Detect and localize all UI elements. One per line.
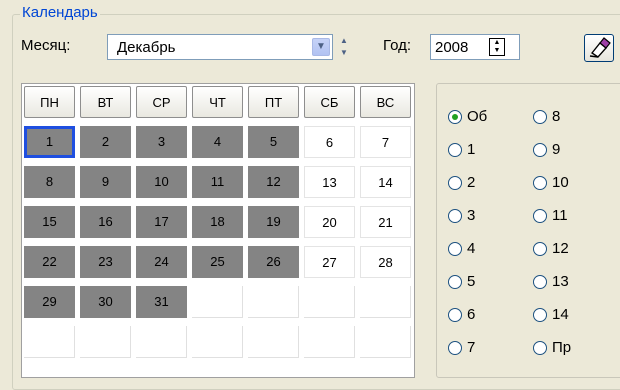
calendar-day[interactable]: 25 xyxy=(192,246,243,278)
calendar-day[interactable]: 29 xyxy=(24,286,75,318)
calendar-empty-cell xyxy=(136,326,187,358)
calendar-day[interactable]: 19 xyxy=(248,206,299,238)
radio-unchecked-icon[interactable] xyxy=(448,308,462,322)
radio-label: 14 xyxy=(552,306,569,323)
radio-label: 8 xyxy=(552,108,561,125)
radio-unchecked-icon[interactable] xyxy=(448,209,462,223)
radio-unchecked-icon[interactable] xyxy=(533,275,547,289)
radio-label: 13 xyxy=(552,273,569,290)
radio-unchecked-icon[interactable] xyxy=(533,176,547,190)
calendar-day[interactable]: 1 xyxy=(24,126,75,158)
groupbox-title: Календарь xyxy=(20,4,100,21)
spin-down-icon[interactable]: ▼ xyxy=(338,47,350,59)
calendar-day[interactable]: 18 xyxy=(192,206,243,238)
calendar-empty-cell xyxy=(248,286,299,318)
calendar-day[interactable]: 31 xyxy=(136,286,187,318)
calendar-day[interactable]: 15 xyxy=(24,206,75,238)
calendar-empty-cell xyxy=(24,326,75,358)
calendar-empty-cell xyxy=(248,326,299,358)
calendar-day[interactable]: 14 xyxy=(360,166,411,198)
radio-label: 9 xyxy=(552,141,561,158)
calendar-day[interactable]: 22 xyxy=(24,246,75,278)
radio-label: 6 xyxy=(467,306,476,323)
radio-panel: Об 1 2 3 4 5 6 7 8 9 10 11 12 13 14 Пр xyxy=(436,83,620,378)
calendar-day[interactable]: 8 xyxy=(24,166,75,198)
month-combobox[interactable]: Декабрь ▼ xyxy=(107,34,333,60)
calendar-day[interactable]: 13 xyxy=(304,166,355,198)
calendar-day[interactable]: 27 xyxy=(304,246,355,278)
calendar-day[interactable]: 16 xyxy=(80,206,131,238)
spin-up-icon[interactable]: ▲ xyxy=(338,35,350,47)
calendar-day[interactable]: 3 xyxy=(136,126,187,158)
year-spinner[interactable]: ▲ ▼ xyxy=(489,38,505,56)
radio-unchecked-icon[interactable] xyxy=(533,209,547,223)
weekday-header: ВС xyxy=(360,86,411,118)
calendar-empty-cell xyxy=(360,326,411,358)
radio-label: 7 xyxy=(467,339,476,356)
radio-label: 10 xyxy=(552,174,569,191)
calendar-day[interactable]: 9 xyxy=(80,166,131,198)
calendar-day[interactable]: 7 xyxy=(360,126,411,158)
weekday-header: ПН xyxy=(24,86,75,118)
calendar-empty-cell xyxy=(304,326,355,358)
calendar-day[interactable]: 4 xyxy=(192,126,243,158)
calendar-day[interactable]: 5 xyxy=(248,126,299,158)
calendar-grid: ПН ВТ СР ЧТ ПТ СБ ВС 1 2 3 4 5 6 7 8 9 10 11 12 13 14 15 16 17 1… xyxy=(21,83,415,378)
radio-label: 3 xyxy=(467,207,476,224)
calendar-day[interactable]: 30 xyxy=(80,286,131,318)
calendar-empty-cell xyxy=(80,326,131,358)
radio-label: Об xyxy=(467,108,488,125)
calendar-empty-cell xyxy=(360,286,411,318)
calendar-day[interactable]: 26 xyxy=(248,246,299,278)
calendar-day[interactable]: 20 xyxy=(304,206,355,238)
calendar-day[interactable]: 23 xyxy=(80,246,131,278)
calendar-day[interactable]: 12 xyxy=(248,166,299,198)
year-input[interactable]: 2008 ▲ ▼ xyxy=(430,34,520,60)
calendar-day[interactable]: 24 xyxy=(136,246,187,278)
radio-label: 12 xyxy=(552,240,569,257)
calendar-day[interactable]: 10 xyxy=(136,166,187,198)
spin-up-icon[interactable]: ▲ xyxy=(490,39,504,47)
radio-label: 11 xyxy=(552,207,568,224)
weekday-header: СБ xyxy=(304,86,355,118)
radio-unchecked-icon[interactable] xyxy=(533,143,547,157)
weekday-header: ПТ xyxy=(248,86,299,118)
radio-unchecked-icon[interactable] xyxy=(533,110,547,124)
radio-unchecked-icon[interactable] xyxy=(533,308,547,322)
radio-unchecked-icon[interactable] xyxy=(448,275,462,289)
year-value: 2008 xyxy=(435,39,469,56)
month-spinner[interactable]: ▲ ▼ xyxy=(336,34,352,60)
eraser-icon xyxy=(589,37,611,58)
calendar-empty-cell xyxy=(192,326,243,358)
calendar-empty-cell xyxy=(192,286,243,318)
radio-unchecked-icon[interactable] xyxy=(448,143,462,157)
weekday-header: ВТ xyxy=(80,86,131,118)
clear-button[interactable] xyxy=(584,34,614,62)
month-label: Месяц: xyxy=(21,37,71,54)
weekday-header: СР xyxy=(136,86,187,118)
radio-unchecked-icon[interactable] xyxy=(448,176,462,190)
calendar-day[interactable]: 2 xyxy=(80,126,131,158)
calendar-day[interactable]: 6 xyxy=(304,126,355,158)
radio-unchecked-icon[interactable] xyxy=(448,341,462,355)
calendar-day[interactable]: 28 xyxy=(360,246,411,278)
calendar-empty-cell xyxy=(304,286,355,318)
spin-down-icon[interactable]: ▼ xyxy=(490,47,504,55)
radio-unchecked-icon[interactable] xyxy=(533,242,547,256)
month-value: Декабрь xyxy=(117,39,176,56)
radio-label: Пр xyxy=(552,339,572,356)
radio-unchecked-icon[interactable] xyxy=(448,242,462,256)
radio-label: 4 xyxy=(467,240,476,257)
chevron-down-icon[interactable]: ▼ xyxy=(312,38,330,56)
calendar-day[interactable]: 11 xyxy=(192,166,243,198)
radio-label: 5 xyxy=(467,273,476,290)
radio-checked-icon[interactable] xyxy=(448,110,462,124)
calendar-day[interactable]: 21 xyxy=(360,206,411,238)
year-label: Год: xyxy=(383,37,412,54)
weekday-header: ЧТ xyxy=(192,86,243,118)
radio-unchecked-icon[interactable] xyxy=(533,341,547,355)
radio-label: 2 xyxy=(467,174,476,191)
calendar-day[interactable]: 17 xyxy=(136,206,187,238)
radio-label: 1 xyxy=(467,141,476,158)
